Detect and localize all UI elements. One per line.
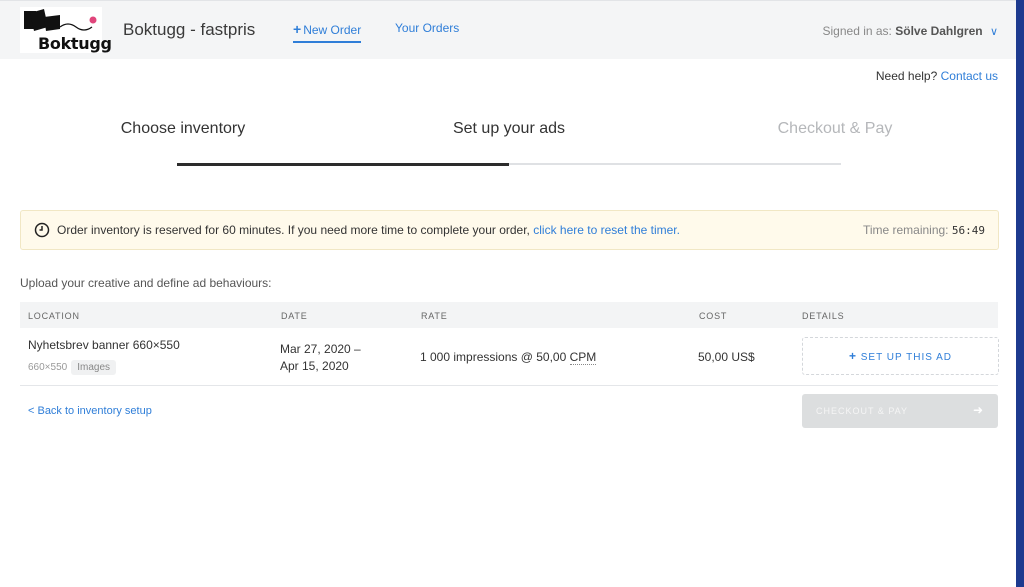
progress-fill bbox=[177, 162, 509, 166]
header-location: LOCATION bbox=[28, 311, 80, 321]
location-size: 660×550 Images bbox=[28, 360, 117, 375]
window-edge bbox=[1016, 0, 1024, 587]
help-line: Need help? Contact us bbox=[876, 69, 998, 83]
timer-notice: Order inventory is reserved for 60 minut… bbox=[20, 210, 999, 250]
progress-track bbox=[177, 162, 841, 166]
contact-us-link[interactable]: Contact us bbox=[941, 69, 998, 83]
rate-unit: CPM bbox=[569, 350, 597, 365]
rate-text: 1 000 impressions @ 50,00 bbox=[420, 350, 567, 364]
back-to-inventory-link[interactable]: < Back to inventory setup bbox=[28, 405, 152, 417]
header-details: DETAILS bbox=[802, 311, 845, 321]
nav-new-order[interactable]: + New Order bbox=[293, 21, 362, 43]
header-cost: COST bbox=[699, 311, 728, 321]
timer-message-text: Order inventory is reserved for 60 minut… bbox=[57, 223, 530, 237]
top-header: Boktugg Boktugg - fastpris + New Order Yo… bbox=[0, 0, 1016, 59]
set-up-ad-label: SET UP THIS AD bbox=[860, 352, 953, 363]
chevron-down-icon: ∨ bbox=[989, 26, 998, 38]
clock-icon bbox=[34, 222, 50, 238]
location-name: Nyhetsbrev banner 660×550 bbox=[28, 338, 180, 352]
signed-in-label: Signed in as: bbox=[822, 24, 892, 38]
reset-timer-link[interactable]: click here to reset the timer. bbox=[533, 223, 680, 237]
logo-text: Boktugg bbox=[38, 34, 112, 53]
plus-icon: + bbox=[293, 21, 302, 37]
step-set-up-ads: Set up your ads bbox=[452, 120, 566, 137]
header-date: DATE bbox=[281, 311, 308, 321]
plus-icon: + bbox=[848, 349, 857, 363]
cost: 50,00 US$ bbox=[698, 350, 755, 364]
user-menu[interactable]: Signed in as: Sölve Dahlgren ∨ bbox=[823, 24, 999, 38]
nav-new-order-label: New Order bbox=[303, 23, 362, 37]
time-remaining: Time remaining: 56:49 bbox=[863, 223, 985, 237]
type-badge: Images bbox=[71, 360, 117, 375]
step-checkout-pay: Checkout & Pay bbox=[777, 120, 893, 137]
checkout-pay-label: CHECKOUT & PAY bbox=[816, 406, 909, 416]
table-row: Nyhetsbrev banner 660×550 660×550 Images … bbox=[20, 328, 999, 386]
checkout-pay-button[interactable]: CHECKOUT & PAY ➜ bbox=[802, 394, 998, 428]
app-title: Boktugg - fastpris bbox=[123, 20, 256, 39]
size-text: 660×550 bbox=[28, 362, 68, 373]
set-up-ad-button[interactable]: + SET UP THIS AD bbox=[802, 337, 999, 375]
date-start: Mar 27, 2020 – bbox=[280, 342, 361, 356]
date-range: Mar 27, 2020 – Apr 15, 2020 bbox=[280, 341, 361, 375]
timer-message: Order inventory is reserved for 60 minut… bbox=[57, 223, 680, 237]
arrow-right-icon: ➜ bbox=[972, 403, 984, 417]
help-text: Need help? bbox=[875, 69, 938, 83]
user-name: Sölve Dahlgren bbox=[895, 24, 983, 38]
time-remaining-value: 56:49 bbox=[951, 224, 985, 237]
upload-instructions: Upload your creative and define ad behav… bbox=[20, 276, 272, 290]
boktugg-logo[interactable]: Boktugg bbox=[20, 7, 112, 53]
date-end: Apr 15, 2020 bbox=[280, 359, 349, 373]
time-remaining-label: Time remaining: bbox=[862, 223, 949, 237]
header-rate: RATE bbox=[421, 311, 448, 321]
step-choose-inventory[interactable]: Choose inventory bbox=[83, 120, 283, 138]
nav-your-orders[interactable]: Your Orders bbox=[395, 21, 459, 35]
rate: 1 000 impressions @ 50,00 CPM bbox=[420, 350, 597, 365]
table-header: LOCATION DATE RATE COST DETAILS bbox=[20, 302, 998, 328]
